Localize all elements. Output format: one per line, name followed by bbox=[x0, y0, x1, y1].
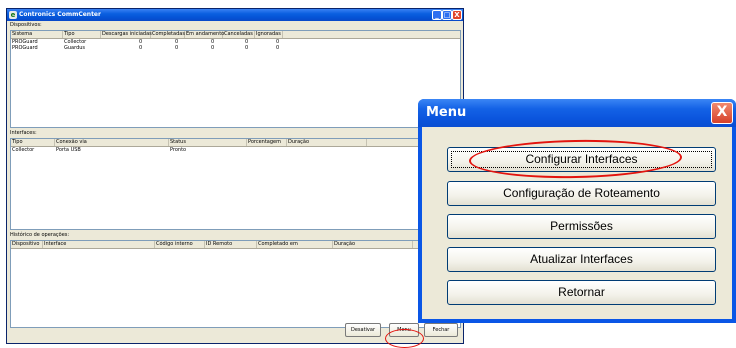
col-status[interactable]: Status bbox=[169, 139, 247, 146]
close-button[interactable]: X bbox=[452, 10, 462, 20]
fechar-button[interactable]: Fechar bbox=[424, 323, 458, 337]
col-porcentagem[interactable]: Porcentagem bbox=[247, 139, 287, 146]
menu-dialog: Menu X Configurar Interfaces Configuraçã… bbox=[418, 99, 736, 323]
col-ignoradas[interactable]: Ignoradas bbox=[255, 31, 283, 38]
cell-canceladas: 0 bbox=[245, 45, 249, 51]
col-id-remoto[interactable]: ID Remoto bbox=[205, 241, 257, 248]
configuracao-roteamento-button[interactable]: Configuração de Roteamento bbox=[447, 181, 716, 206]
table-row[interactable]: Collector Porta USB Pronto bbox=[11, 147, 460, 153]
col-conexao-via[interactable]: Conexão via bbox=[55, 139, 169, 146]
cell-ignoradas: 0 bbox=[276, 45, 280, 51]
col-tipo[interactable]: Tipo bbox=[11, 139, 55, 146]
cell-completadas: 0 bbox=[175, 45, 179, 51]
table-row[interactable]: PROGuard Guardus 0 0 0 0 0 bbox=[11, 45, 460, 51]
col-em-andamento[interactable]: Em andamento bbox=[185, 31, 224, 38]
menu-titlebar[interactable]: Menu X bbox=[418, 99, 736, 127]
interfaces-label: Interfaces: bbox=[10, 130, 37, 136]
interfaces-table[interactable]: Tipo Conexão via Status Porcentagem Dura… bbox=[10, 138, 461, 230]
window-title: Contronics CommCenter bbox=[19, 11, 101, 18]
cell-conexao: Porta USB bbox=[56, 147, 81, 153]
atualizar-interfaces-button[interactable]: Atualizar Interfaces bbox=[447, 247, 716, 272]
history-label: Histórico de operações: bbox=[10, 232, 70, 238]
devices-table[interactable]: Sistema Tipo Descargas iniciadas Complet… bbox=[10, 30, 461, 128]
col-completado-em[interactable]: Completado em bbox=[257, 241, 333, 248]
interfaces-table-header: Tipo Conexão via Status Porcentagem Dura… bbox=[11, 139, 460, 147]
cell-tipo: Collector bbox=[12, 147, 35, 153]
cell-descargas: 0 bbox=[139, 45, 143, 51]
history-table-header: Dispositivo Interface Código interno ID … bbox=[11, 241, 460, 249]
devices-label: Dispositivos: bbox=[10, 22, 42, 28]
devices-table-header: Sistema Tipo Descargas iniciadas Complet… bbox=[11, 31, 460, 39]
col-sistema[interactable]: Sistema bbox=[11, 31, 63, 38]
col-completadas[interactable]: Completadas bbox=[151, 31, 185, 38]
permissoes-button[interactable]: Permissões bbox=[447, 214, 716, 239]
cell-sistema: PROGuard bbox=[12, 45, 38, 51]
col-interface[interactable]: Interface bbox=[43, 241, 155, 248]
cell-status: Pronto bbox=[170, 147, 187, 153]
maximize-button[interactable]: □ bbox=[442, 10, 452, 20]
col-canceladas[interactable]: Canceladas bbox=[223, 31, 255, 38]
retornar-button[interactable]: Retornar bbox=[447, 280, 716, 305]
cell-tipo: Guardus bbox=[64, 45, 86, 51]
col-descargas-iniciadas[interactable]: Descargas iniciadas bbox=[101, 31, 152, 38]
col-codigo-interno[interactable]: Código interno bbox=[155, 241, 205, 248]
highlight-circle-menu bbox=[385, 329, 424, 348]
main-titlebar[interactable]: e Contronics CommCenter _ □ X bbox=[7, 9, 463, 21]
menu-title: Menu bbox=[426, 105, 467, 120]
col-duracao[interactable]: Duração bbox=[333, 241, 413, 248]
history-table[interactable]: Dispositivo Interface Código interno ID … bbox=[10, 240, 461, 328]
col-tipo[interactable]: Tipo bbox=[63, 31, 101, 38]
menu-close-button[interactable]: X bbox=[711, 102, 733, 124]
main-window: e Contronics CommCenter _ □ X Dispositiv… bbox=[6, 8, 464, 344]
desativar-button[interactable]: Desativar bbox=[345, 323, 381, 337]
cell-em-andamento: 0 bbox=[211, 45, 215, 51]
col-dispositivo[interactable]: Dispositivo bbox=[11, 241, 43, 248]
col-duracao[interactable]: Duração bbox=[287, 139, 367, 146]
app-icon: e bbox=[9, 11, 17, 19]
minimize-button[interactable]: _ bbox=[432, 10, 442, 20]
